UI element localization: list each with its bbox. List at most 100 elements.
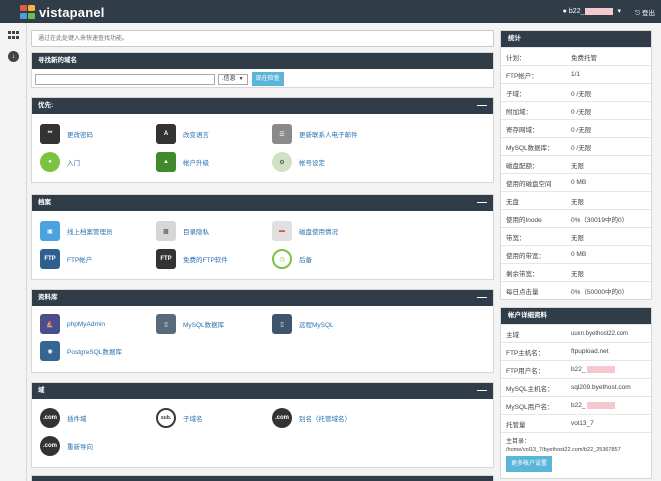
account-value-wrap: b22_	[571, 365, 651, 373]
redirects-link[interactable]: .com 重新导向	[40, 436, 93, 456]
backup-link[interactable]: ◷ 后备	[272, 249, 312, 269]
stat-row: 使用的带宽： 0 MB	[501, 245, 651, 263]
item-label: phpMyAdmin	[67, 320, 105, 328]
stat-key: FTP帐户：	[506, 72, 538, 80]
stat-key: 使用的Inode	[506, 216, 542, 224]
account-key: 主域	[506, 331, 519, 339]
stat-key: 寄存网域：	[506, 126, 539, 134]
account-value: vol13_7	[571, 420, 594, 427]
stat-key: 剩余带宽：	[506, 270, 539, 278]
free-ftp-software-link[interactable]: FTP 免费的FTP软件	[156, 249, 228, 269]
collapse-icon[interactable]: —	[477, 290, 487, 305]
tld-select[interactable]: .信息 ▼	[218, 73, 248, 85]
user-menu[interactable]: ● b22_ ▾	[563, 7, 621, 15]
next-panel	[31, 475, 494, 481]
panel-title: 优先:	[38, 102, 54, 109]
dragon-icon: ▲	[156, 152, 176, 172]
logo[interactable]: vistapanel	[20, 4, 105, 20]
change-password-link[interactable]: ** 更改密码	[40, 124, 93, 144]
stat-key: 每日点击量	[506, 288, 539, 296]
collapse-icon[interactable]: —	[477, 195, 487, 210]
getting-started-link[interactable]: ● 入门	[40, 152, 80, 172]
logout-button[interactable]: ⎋ 登出	[635, 7, 655, 18]
stat-row: 使用的Inode 0%（30019中的0）	[501, 209, 651, 227]
logout-label: 登出	[642, 10, 655, 17]
subdomains-link[interactable]: sub. 子域名	[156, 408, 203, 428]
stats-panel: 统计 计划： 免费托管 FTP帐户： 1/1 子域： 0 /无限 附加域： 0 /无限 …	[500, 30, 652, 300]
account-key: MySQL用户名：	[506, 403, 554, 411]
account-value: sql209.byethost.com	[571, 384, 631, 391]
item-label: FTP帐户	[67, 257, 93, 264]
top-navbar: vistapanel ● b22_ ▾ ⎋ 登出	[0, 0, 661, 23]
stat-value: 0 /无限	[571, 108, 592, 116]
item-label: 目录隐私	[183, 229, 209, 236]
remote-mysql-link[interactable]: ▯ 远程MySQL	[272, 314, 334, 334]
collapse-icon[interactable]: —	[477, 98, 487, 113]
redacted-username	[585, 7, 614, 15]
addon-domains-link[interactable]: .com 插件域	[40, 408, 87, 428]
account-key: MySQL主机名：	[506, 385, 554, 393]
change-language-link[interactable]: A 改变语言	[156, 124, 209, 144]
stat-key: 无盘	[506, 198, 519, 206]
stat-key: 磁盘配额：	[506, 162, 539, 170]
stat-key: 使用的带宽：	[506, 252, 545, 260]
tld-value: .信息	[222, 75, 236, 82]
download-icon[interactable]: ↓	[8, 51, 19, 62]
stat-key: 计划：	[506, 54, 526, 62]
logo-icon	[20, 5, 35, 19]
file-manager-link[interactable]: ▣ 线上档案管理员	[40, 221, 113, 241]
panel-title: 域	[38, 387, 45, 394]
panel-header: 优先: —	[32, 98, 493, 114]
power-icon: ⎋	[635, 10, 641, 17]
postgresql-link[interactable]: ◉ PostgreSQL数据库	[40, 341, 122, 361]
account-value: ftpupload.net	[571, 348, 609, 355]
item-label: 后备	[299, 257, 312, 264]
item-label: 免费的FTP软件	[183, 257, 228, 264]
item-label: 更改密码	[67, 132, 93, 139]
phpmyadmin-icon: ⛵	[40, 314, 60, 334]
stat-value: 0%（50000中的0）	[571, 288, 629, 296]
item-label: 插件域	[67, 416, 87, 423]
account-row: 主域 uuxn.byethost22.com	[501, 324, 651, 342]
user-icon: ●	[562, 7, 567, 15]
feature-search-input[interactable]	[31, 30, 494, 47]
postgresql-icon: ◉	[40, 341, 60, 361]
ftp-accounts-link[interactable]: FTP FTP帐户	[40, 249, 92, 269]
account-upgrade-link[interactable]: ▲ 帐户升级	[156, 152, 209, 172]
account-settings-link[interactable]: ⚙ 帐号设定	[272, 152, 325, 172]
stat-value: 无限	[571, 162, 584, 170]
stat-row: 计划： 免费托管	[501, 47, 651, 65]
panel-title: 寻找新的域名	[38, 57, 77, 64]
disk-usage-link[interactable]: ▬ 磁盘使用情况	[272, 221, 338, 241]
mysql-databases-link[interactable]: ▯ MySQL数据库	[156, 314, 224, 334]
account-value: uuxn.byethost22.com	[571, 330, 629, 337]
domain-search-row: .信息 ▼ 现在检查	[35, 72, 284, 86]
file-box-icon: ▣	[40, 221, 60, 241]
settings-gear-icon: ⚙	[272, 152, 292, 172]
item-label: 远程MySQL	[299, 322, 334, 329]
backup-clock-icon: ◷	[272, 249, 292, 269]
ftp-truck-icon: FTP	[40, 249, 60, 269]
stat-key: 使用的磁盘空间	[506, 180, 552, 188]
chevron-down-icon: ▾	[617, 8, 621, 15]
account-title: 帐户详细资料	[501, 308, 651, 324]
item-label: 子域名	[183, 416, 203, 423]
collapse-icon[interactable]: —	[477, 383, 487, 398]
account-key: 托管量	[506, 421, 526, 429]
password-icon: **	[40, 124, 60, 144]
stat-row: 带宽： 无限	[501, 227, 651, 245]
panel-title: 档案	[38, 199, 51, 206]
update-email-link[interactable]: ☰ 更新联系人电子邮件	[272, 124, 358, 144]
directory-privacy-link[interactable]: ▩ 目录隐私	[156, 221, 209, 241]
parked-domains-link[interactable]: .com 别名（托管域名）	[272, 408, 351, 428]
check-domain-button[interactable]: 现在检查	[251, 72, 284, 86]
more-account-settings-button[interactable]: 更多帐户设置	[506, 456, 553, 472]
ftp-software-icon: FTP	[156, 249, 176, 269]
item-label: 重新导向	[67, 444, 93, 451]
panel-header: 档案 —	[32, 195, 493, 211]
stat-value: 无限	[571, 270, 584, 278]
domain-input[interactable]	[35, 73, 215, 85]
phpmyadmin-link[interactable]: ⛵ phpMyAdmin	[40, 314, 105, 334]
stat-value: 免费托管	[571, 54, 597, 62]
grid-menu-icon[interactable]	[8, 31, 19, 40]
